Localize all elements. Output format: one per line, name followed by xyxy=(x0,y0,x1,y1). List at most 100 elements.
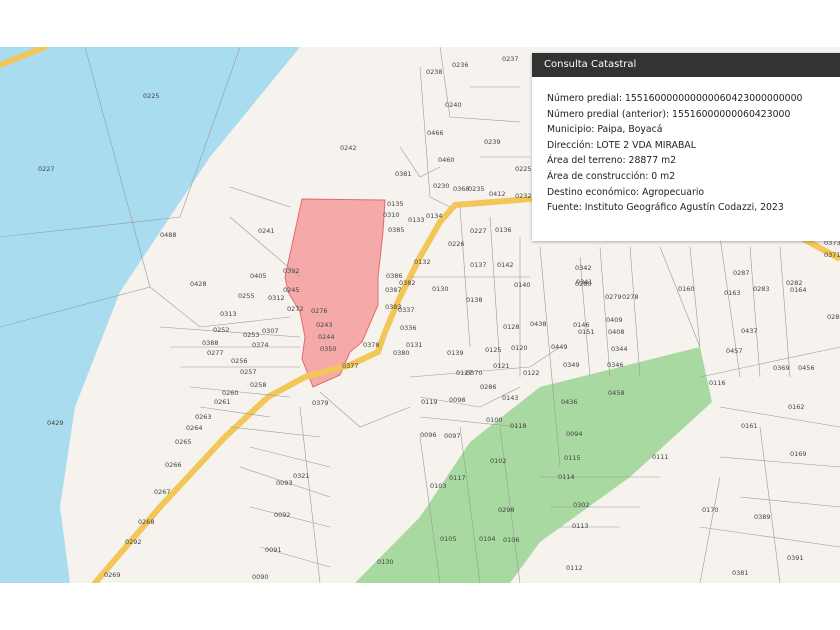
parcel-label: 0104 xyxy=(479,535,496,543)
field-numero-predial-anterior: Número predial (anterior): 1551600000006… xyxy=(547,108,791,120)
parcel-label: 0134 xyxy=(426,212,443,220)
parcel-label: 0267 xyxy=(154,488,171,496)
parcel-label: 0374 xyxy=(252,341,269,349)
parcel-label: 0272 xyxy=(287,305,304,313)
parcel-label: 0336 xyxy=(400,324,417,332)
parcel-label: 0436 xyxy=(561,398,578,406)
parcel-label: 0119 xyxy=(421,398,438,406)
parcel-label: 0143 xyxy=(502,394,519,402)
parcel-label: 0132 xyxy=(414,258,431,266)
field-destino-economico: Destino económico: Agropecuario xyxy=(547,186,705,198)
parcel-label: 0346 xyxy=(607,361,624,369)
parcel-label: 0456 xyxy=(798,364,815,372)
parcel-label: 0387 xyxy=(385,286,402,294)
parcel-label: 0307 xyxy=(262,327,279,335)
parcel-label: 0098 xyxy=(449,396,466,404)
parcel-label: 0096 xyxy=(420,431,437,439)
parcel-label: 0392 xyxy=(283,267,300,275)
parcel-label: 0349 xyxy=(563,361,580,369)
parcel-label: 0139 xyxy=(447,349,464,357)
parcel-label: 0236 xyxy=(452,61,469,69)
parcel-label: 0163 xyxy=(724,289,741,297)
parcel-label: 0103 xyxy=(430,482,447,490)
parcel-label: 0255 xyxy=(238,292,255,300)
parcel-label: 0371 xyxy=(824,251,840,259)
parcel-label: 0117 xyxy=(449,474,466,482)
parcel-label: 0235 xyxy=(468,185,485,193)
parcel-label: 0115 xyxy=(564,454,581,462)
parcel-label: 0378 xyxy=(363,341,380,349)
parcel-label: 0090 xyxy=(252,573,269,581)
parcel-label: 0350 xyxy=(320,345,337,353)
parcel-label: 0136 xyxy=(495,226,512,234)
parcel-label: 0245 xyxy=(283,286,300,294)
parcel-label: 0116 xyxy=(709,379,726,387)
parcel-label: 0389 xyxy=(754,513,771,521)
field-municipio: Municipio: Paipa, Boyacá xyxy=(547,124,663,136)
parcel-label: 0466 xyxy=(427,129,444,137)
parcel-label: 0321 xyxy=(293,472,310,480)
parcel-label: 0379 xyxy=(312,399,329,407)
parcel-label: 0369 xyxy=(773,364,790,372)
parcel-label: 0412 xyxy=(489,190,506,198)
parcel-label: 0130 xyxy=(377,558,394,566)
parcel-label: 0257 xyxy=(240,368,257,376)
parcel-label: 0105 xyxy=(440,535,457,543)
parcel-label: 0382 xyxy=(399,279,416,287)
parcel-label: 0169 xyxy=(790,450,807,458)
parcel-label: 0137 xyxy=(470,261,487,269)
parcel-label: 0286 xyxy=(480,383,497,391)
parcel-label: 0131 xyxy=(406,341,423,349)
parcel-label: 0161 xyxy=(741,422,758,430)
field-area-construccion: Área de construcción: 0 m2 xyxy=(547,170,676,182)
parcel-label: 0112 xyxy=(566,564,583,572)
parcel-label: 0130 xyxy=(432,285,449,293)
parcel-label: 0135 xyxy=(387,200,404,208)
parcel-label: 0128 xyxy=(503,323,520,331)
parcel-label: 0241 xyxy=(258,227,275,235)
parcel-label: 0408 xyxy=(608,328,625,336)
parcel-label: 0227 xyxy=(38,165,55,173)
parcel-label: 0278 xyxy=(622,293,639,301)
parcel-label: 0383 xyxy=(385,303,402,311)
parcel-label: 0370 xyxy=(466,369,483,377)
parcel-label: 0261 xyxy=(214,398,231,406)
parcel-label: 0240 xyxy=(445,101,462,109)
field-area-terreno: Área del terreno: 28877 m2 xyxy=(547,155,677,167)
parcel-label: 0164 xyxy=(790,286,807,294)
parcel-label: 0428 xyxy=(190,280,207,288)
parcel-label: 0260 xyxy=(222,389,239,397)
parcel-label: 0269 xyxy=(104,571,121,579)
parcel-label: 0092 xyxy=(274,511,291,519)
parcel-label: 0458 xyxy=(608,389,625,397)
parcel-label: 0286 xyxy=(827,313,840,321)
parcel-label: 0232 xyxy=(515,192,532,200)
parcel-label: 0100 xyxy=(486,416,503,424)
parcel-label: 0437 xyxy=(741,327,758,335)
parcel-label: 0313 xyxy=(220,310,237,318)
parcel-label: 0341 xyxy=(576,278,593,286)
parcel-label: 0242 xyxy=(340,144,357,152)
parcel-label: 0140 xyxy=(514,281,531,289)
parcel-label: 0160 xyxy=(678,285,695,293)
parcel-label: 0298 xyxy=(498,506,515,514)
parcel-label: 0243 xyxy=(316,321,333,329)
parcel-label: 0093 xyxy=(276,479,293,487)
parcel-label: 0244 xyxy=(318,333,335,341)
field-direccion: Dirección: LOTE 2 VDA MIRABAL xyxy=(547,139,696,151)
parcel-label: 0457 xyxy=(726,347,743,355)
parcel-label: 0227 xyxy=(470,227,487,235)
cadastral-info-panel: Consulta Catastral Número predial: 15516… xyxy=(532,53,840,241)
parcel-label: 0385 xyxy=(388,226,405,234)
parcel-label: 0429 xyxy=(47,419,64,427)
parcel-label: 0283 xyxy=(753,285,770,293)
parcel-label: 0258 xyxy=(250,381,267,389)
parcel-label: 0253 xyxy=(243,331,260,339)
parcel-label: 0277 xyxy=(207,349,224,357)
parcel-label: 0162 xyxy=(788,403,805,411)
parcel-label: 0125 xyxy=(485,346,502,354)
parcel-label: 0310 xyxy=(383,211,400,219)
parcel-label: 0133 xyxy=(408,216,425,224)
parcel-label: 0380 xyxy=(393,349,410,357)
protected-zone[interactable] xyxy=(355,347,712,583)
